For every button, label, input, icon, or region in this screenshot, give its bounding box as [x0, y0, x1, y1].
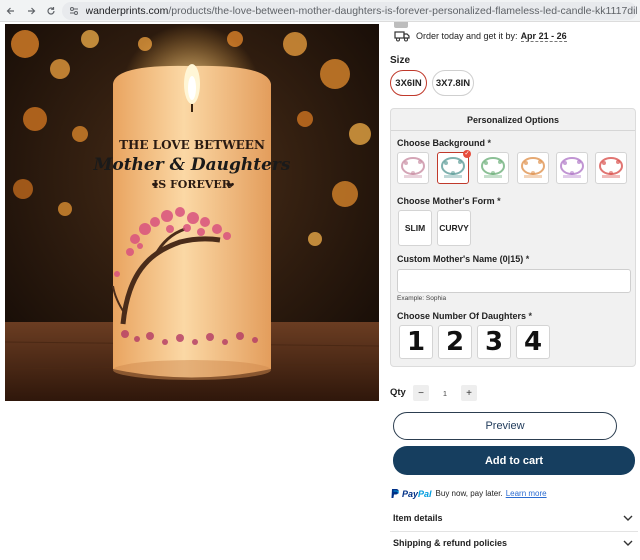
candle-photo: THE LOVE BETWEEN Mother & Daughters IS F… — [5, 24, 379, 401]
paypal-wordmark: PayPal — [402, 489, 432, 499]
candle-line3: IS FOREVER — [153, 178, 232, 191]
paypal-banner: PayPal Buy now, pay later. Learn more — [390, 488, 547, 499]
url-text: wanderprints.com/products/the-love-betwe… — [86, 5, 638, 17]
check-icon: ✓ — [463, 150, 471, 158]
site-settings-icon[interactable] — [68, 5, 80, 17]
required-marker: * — [487, 138, 492, 148]
form-option-curvy[interactable]: CURVY — [437, 210, 471, 246]
background-thumbnail — [560, 157, 584, 178]
size-option-3x6in[interactable]: 3X6IN — [390, 70, 427, 96]
back-arrow-icon[interactable] — [2, 2, 20, 20]
heart-icon: ❤ — [152, 181, 159, 190]
chevron-down-icon — [623, 515, 633, 521]
heart-icon: ❤ — [228, 181, 235, 190]
background-thumbnail — [481, 157, 505, 178]
form-option-slim[interactable]: SLIM — [398, 210, 432, 246]
candle-line1: THE LOVE BETWEEN — [119, 138, 265, 152]
add-to-cart-button[interactable]: Add to cart — [393, 446, 635, 475]
learn-more-link[interactable]: Learn more — [506, 489, 547, 498]
size-option-3x7-8in[interactable]: 3X7.8IN — [432, 70, 474, 96]
daughters-option-2[interactable]: 2 — [438, 325, 472, 359]
daughters-label-text: Choose Number Of Daughters — [397, 311, 527, 321]
required-marker: * — [497, 196, 501, 206]
chevron-down-icon — [623, 540, 633, 546]
background-thumbnail — [521, 157, 545, 178]
browser-toolbar: wanderprints.com/products/the-love-betwe… — [0, 0, 640, 22]
qty-minus-button[interactable]: − — [413, 385, 429, 401]
mother-name-label: Custom Mother's Name (0|15) * — [397, 254, 529, 264]
example-hint: Example: Sophia — [397, 295, 447, 302]
daughters-option-1[interactable]: 1 — [399, 325, 433, 359]
url-path: /products/the-love-between-mother-daught… — [168, 5, 637, 17]
delivery-date[interactable]: Apr 21 - 26 — [520, 31, 567, 42]
qty-label: Qty — [390, 387, 406, 398]
divider — [390, 531, 638, 532]
accordion-label: Item details — [393, 513, 443, 523]
panel-title: Personalized Options — [466, 115, 560, 125]
daughters-label: Choose Number Of Daughters * — [397, 311, 532, 321]
delivery-estimate: Order today and get it by: Apr 21 - 26 — [394, 30, 567, 42]
background-thumbnail — [401, 157, 425, 178]
required-marker: * — [525, 254, 530, 264]
preview-button[interactable]: Preview — [393, 412, 617, 440]
shipping-refund-accordion[interactable]: Shipping & refund policies — [393, 535, 633, 551]
paypal-text: Buy now, pay later. — [435, 489, 503, 498]
background-option-3[interactable] — [477, 152, 509, 184]
background-option-1[interactable] — [397, 152, 429, 184]
paypal-logo-icon — [391, 489, 399, 498]
item-details-accordion[interactable]: Item details — [393, 510, 633, 526]
background-label: Choose Background * — [397, 138, 491, 148]
accordion-label: Shipping & refund policies — [393, 538, 508, 548]
mother-name-label-text: Custom Mother's Name — [397, 254, 498, 264]
mother-name-input[interactable] — [397, 269, 631, 293]
quantity-stepper: − 1 + — [413, 385, 477, 401]
paypal-wordmark-pay: Pay — [402, 488, 419, 499]
background-option-6[interactable] — [595, 152, 627, 184]
qty-value[interactable]: 1 — [429, 389, 461, 398]
product-image[interactable]: THE LOVE BETWEEN Mother & Daughters IS F… — [5, 24, 379, 401]
background-thumbnail — [441, 157, 465, 178]
forward-arrow-icon[interactable] — [22, 2, 40, 20]
personalized-options-panel: Personalized Options Choose Background *… — [390, 108, 636, 367]
daughters-option-3[interactable]: 3 — [477, 325, 511, 359]
divider — [391, 130, 635, 131]
background-thumbnail — [599, 157, 623, 178]
required-marker: * — [528, 311, 533, 321]
daughters-option-4[interactable]: 4 — [516, 325, 550, 359]
reload-icon[interactable] — [42, 2, 60, 20]
candle-line2: Mother & Daughters — [93, 155, 291, 175]
top-element-stub — [394, 22, 408, 28]
size-label: Size — [390, 55, 411, 66]
url-host: wanderprints.com — [85, 5, 169, 17]
truck-icon — [394, 31, 410, 42]
paypal-wordmark-pal: Pal — [418, 488, 432, 499]
background-option-5[interactable] — [556, 152, 588, 184]
background-option-2[interactable]: ✓ — [437, 150, 471, 184]
char-counter: (0|15) — [499, 254, 524, 264]
qty-plus-button[interactable]: + — [461, 385, 477, 401]
address-bar[interactable]: wanderprints.com/products/the-love-betwe… — [62, 2, 637, 20]
background-option-4[interactable] — [517, 152, 549, 184]
mother-form-label: Choose Mother's Form * — [397, 196, 501, 206]
delivery-text: Order today and get it by: — [416, 31, 518, 41]
background-label-text: Choose Background — [397, 138, 486, 148]
mother-form-label-text: Choose Mother's Form — [397, 196, 495, 206]
